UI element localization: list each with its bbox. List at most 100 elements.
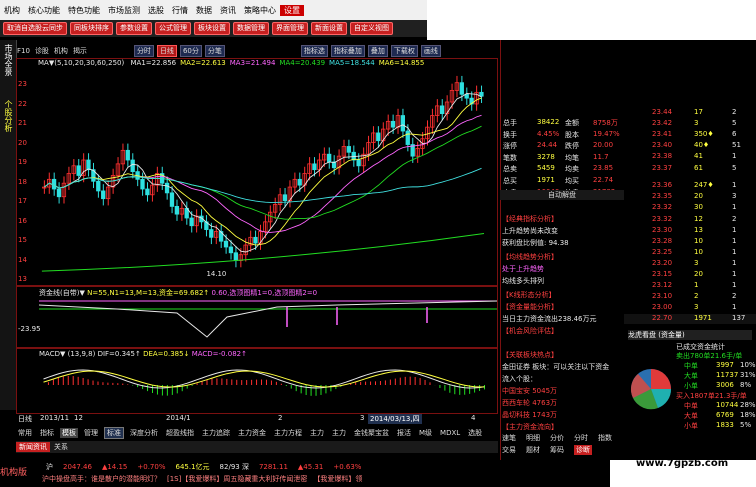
fund-line-panel[interactable]: 资金线(自带)▼ N=55,N1=13,M=13,资金=69.682↑ 0.60… [16,286,498,348]
right-tab[interactable]: 题材 [526,445,540,455]
right-tab[interactable]: 诊断 [574,445,592,455]
period-button[interactable]: 分笔 [204,45,225,57]
chart-option-button[interactable]: 指标选 [300,45,328,57]
news-item[interactable]: [1S]【我爱爆料】周五隐藏重大利好传闻泄密 [167,474,307,484]
fund-flow-header[interactable]: 龙虎看盘 (资金量) [628,330,752,340]
menu-item[interactable]: 特色功能 [64,5,104,16]
analysis-line[interactable]: 【关联板块热点】 [502,350,558,360]
chart-tool-link[interactable]: 机构 [53,46,69,56]
analysis-line[interactable]: 【经典指标分析】 [502,214,558,224]
news-tab[interactable]: 新闻资讯 [16,442,50,452]
menu-item[interactable]: 策略中心 [240,5,280,16]
analysis-line[interactable]: 【K线形态分析】 [502,290,556,300]
relation-tab[interactable]: 关系 [50,442,72,452]
bottom-tab[interactable]: M级 [417,428,434,438]
toolbar-button[interactable]: 界面管理 [272,22,308,35]
chart-option-button[interactable]: 指标叠加 [330,45,365,57]
bottom-tab[interactable]: 主力追踪 [200,428,232,438]
right-tab[interactable]: 交易 [502,445,516,455]
fund-pie-chart [630,369,672,410]
bottom-tab[interactable]: 主力 [308,428,326,438]
order-price: 23.25 [652,247,673,256]
toolbar-button[interactable]: 自定义视图 [350,22,393,35]
toolbar-button[interactable]: 同板块排序 [70,22,113,35]
chart-option-button[interactable]: 下载权 [390,45,418,57]
right-tab[interactable]: 分时 [574,433,588,443]
order-volume: 1 [694,281,699,290]
right-tab[interactable]: 筹码 [550,445,564,455]
y-axis-tick: 16 [18,216,27,225]
chart-tool-link[interactable]: 诊股 [34,46,50,56]
menu-item[interactable]: 资讯 [216,5,240,16]
side-tab-market[interactable]: 市场全景 [3,44,14,76]
news-item[interactable]: 沪中操盘高手：谁是散户的潜能明灯？ [42,474,161,484]
side-tab-stock[interactable]: 个股分析 [3,100,14,132]
menu-item[interactable]: 行情 [168,5,192,16]
date-tick: 2014/1 [166,414,191,422]
analysis-line[interactable]: 【均线趋势分析】 [502,252,558,262]
analysis-line: 西西车轮 4763万 [502,399,558,407]
analysis-line[interactable]: 【资金量能分析】 [502,302,558,312]
order-price: 23.10 [652,292,673,301]
bottom-tab[interactable]: 深度分析 [128,428,160,438]
menu-item[interactable]: 核心功能 [24,5,64,16]
order-count: 1 [732,258,737,267]
analysis-line[interactable]: 【主力资金流向】 [502,422,558,432]
chart-option-button[interactable]: 画线 [420,45,441,57]
fund-flow-panel: 龙虎看盘 (资金量) 已成交资金统计 卖出780单21.6手/单 中单 3997 1… [624,330,756,460]
order-count: 2 [732,108,737,116]
menu-item[interactable]: 设置 [280,4,304,16]
bottom-tab[interactable]: 超盈线指 [164,428,196,438]
period-button[interactable]: 分时 [133,45,154,57]
bottom-tab[interactable]: 标准 [104,427,124,439]
bottom-tab[interactable]: 报活 [395,428,413,438]
chart-tool-link[interactable]: 揭示 [72,46,88,56]
order-price: 22.70 [652,314,673,323]
bottom-tab[interactable]: 主力方程 [272,428,304,438]
toolbar-button[interactable]: 取消自选股云同步 [3,22,67,35]
period-button[interactable]: 60分 [179,45,202,57]
bottom-tab[interactable]: 模板 [60,428,78,438]
bottom-tab[interactable]: 指标 [38,428,56,438]
toolbar-button[interactable]: 板块设置 [194,22,230,35]
order-row: 23.00 3 1 [624,303,756,313]
ma-head[interactable]: MA▼(5,10,20,30,60,250) [38,59,124,67]
right-tab[interactable]: 分价 [550,433,564,443]
right-bottom-tabs: 速笔 明细 分价 分时 指数交易 题材 筹码 诊断 [500,433,624,457]
ma-value: MA2=22.613 [180,59,226,67]
auto-analysis-title[interactable]: 自动解盘 [500,190,624,200]
flow-amount: 11737 [716,371,739,379]
bottom-tab[interactable]: 金钱聚宝盆 [352,428,391,438]
menu-item[interactable]: 机构 [0,5,24,16]
order-row: 23.32 30 1 [624,203,756,213]
bottom-tab[interactable]: MDXL [438,429,462,437]
bottom-tab[interactable]: 主力 [330,428,348,438]
order-price: 23.28 [652,236,673,245]
side-tab-strip: 市场全景 个股分析 [0,40,17,410]
bottom-tab[interactable]: 选股 [466,428,484,438]
bottom-tab[interactable]: 常用 [16,428,34,438]
toolbar-button[interactable]: 新面设置 [311,22,347,35]
menu-item[interactable]: 选股 [144,5,168,16]
chart-option-button[interactable]: 叠加 [367,45,388,57]
chart-tool-link[interactable]: F10 [16,47,31,55]
analysis-line: 晶切科技 1743万 [502,411,558,419]
toolbar-button[interactable]: 参数设置 [116,22,152,35]
quote-row: 换手 4.45% 股本 19.47% [501,130,625,141]
toolbar-button[interactable]: 公式管理 [155,22,191,35]
menu-item[interactable]: 数据 [192,5,216,16]
menu-item[interactable]: 市场监测 [104,5,144,16]
period-button[interactable]: 日线 [156,45,177,57]
macd-panel[interactable]: MACD▼ (13,9,8) DIF=0.345↑ DEA=0.385↓ MAC… [16,348,498,414]
candle-body [233,252,238,261]
kline-chart[interactable]: 14.10 [16,58,498,286]
bottom-tab[interactable]: 主力资金 [236,428,268,438]
news-item[interactable]: 【我爱爆料】领 [313,474,362,484]
bottom-tab[interactable]: 管理 [82,428,100,438]
right-tab[interactable]: 指数 [598,433,612,443]
right-tab[interactable]: 速笔 [502,433,516,443]
flow-percent: 31% [740,371,756,379]
toolbar-button[interactable]: 数据管理 [233,22,269,35]
right-tab[interactable]: 明细 [526,433,540,443]
analysis-line[interactable]: 【机会风险评估】 [502,326,558,336]
